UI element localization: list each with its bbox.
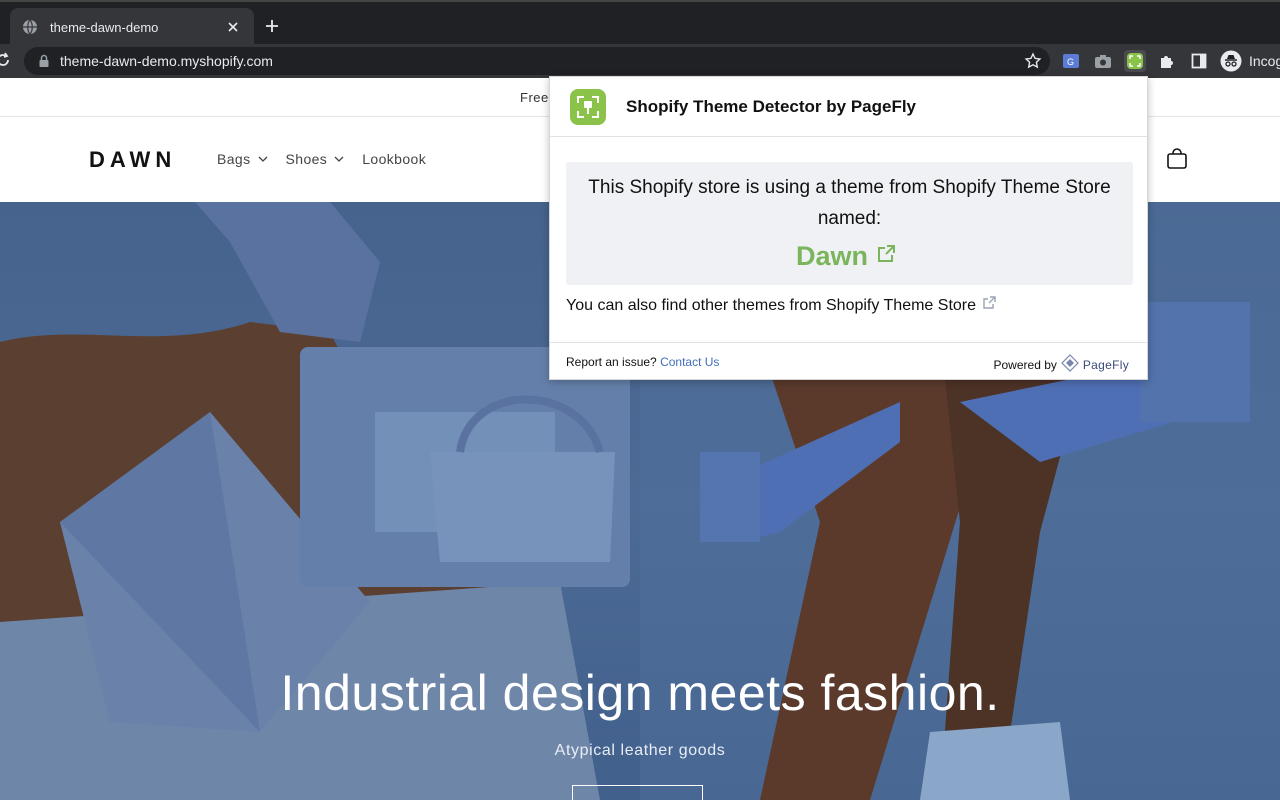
popup-footer: Report an issue? Contact Us Powered by P… bbox=[550, 342, 1147, 380]
reload-icon[interactable] bbox=[0, 51, 12, 69]
detection-message: This Shopify store is using a theme from… bbox=[588, 177, 1111, 229]
powered-by: Powered by PageFly bbox=[994, 354, 1130, 375]
tab-title: theme-dawn-demo bbox=[50, 19, 159, 35]
incognito-icon[interactable] bbox=[1220, 50, 1242, 72]
theme-name[interactable]: Dawn bbox=[796, 241, 868, 272]
url-text[interactable]: theme-dawn-demo.myshopify.com bbox=[60, 53, 273, 69]
external-link-icon[interactable] bbox=[982, 296, 996, 315]
hero-shop-button[interactable] bbox=[572, 785, 703, 800]
contact-us-link[interactable]: Contact Us bbox=[660, 355, 719, 369]
hero-subtitle: Atypical leather goods bbox=[554, 742, 726, 759]
pagefly-brand[interactable]: PageFly bbox=[1083, 358, 1129, 372]
theme-name-link[interactable]: Dawn bbox=[796, 241, 896, 272]
theme-detector-extension-icon[interactable] bbox=[1124, 50, 1146, 72]
translate-extension-icon[interactable]: G bbox=[1060, 50, 1082, 72]
globe-icon bbox=[22, 19, 38, 35]
close-icon[interactable] bbox=[224, 18, 242, 36]
powered-by-text: Powered by bbox=[993, 357, 1057, 372]
chevron-down-icon bbox=[258, 156, 268, 162]
popup-title: Shopify Theme Detector by PageFly bbox=[626, 97, 917, 116]
external-link-icon[interactable] bbox=[876, 244, 896, 269]
side-panel-icon[interactable] bbox=[1188, 50, 1210, 72]
nav-item-label: Shoes bbox=[285, 151, 328, 167]
svg-text:G: G bbox=[1067, 57, 1074, 67]
report-text: Report an issue? bbox=[566, 355, 657, 369]
hero-title: Industrial design meets fashion. bbox=[280, 665, 1000, 721]
theme-detector-popup: Shopify Theme Detector by PageFly This S… bbox=[549, 76, 1148, 380]
chevron-down-icon bbox=[334, 156, 344, 162]
browser-tab-bar: theme-dawn-demo bbox=[0, 0, 1280, 46]
browser-tab[interactable]: theme-dawn-demo bbox=[10, 8, 254, 46]
nav-item-shoes[interactable]: Shoes bbox=[286, 151, 345, 167]
browser-toolbar: theme-dawn-demo.myshopify.com G Incog bbox=[0, 44, 1280, 78]
popup-header: Shopify Theme Detector by PageFly bbox=[550, 77, 1147, 137]
theme-detector-logo-icon bbox=[570, 89, 606, 125]
other-themes-link[interactable]: You can also find other themes from Shop… bbox=[566, 296, 996, 315]
detection-result-box: This Shopify store is using a theme from… bbox=[566, 162, 1133, 285]
camera-extension-icon[interactable] bbox=[1092, 50, 1114, 72]
nav-item-lookbook[interactable]: Lookbook bbox=[362, 151, 426, 167]
announcement-text: Free bbox=[520, 90, 549, 105]
nav-item-bags[interactable]: Bags bbox=[217, 151, 268, 167]
nav-item-label: Lookbook bbox=[362, 151, 427, 167]
plus-icon[interactable] bbox=[262, 16, 282, 36]
puzzle-icon[interactable] bbox=[1156, 50, 1178, 72]
pagefly-logo-icon[interactable] bbox=[1061, 354, 1079, 375]
main-nav: Bags Shoes Lookbook bbox=[217, 151, 426, 167]
star-icon[interactable] bbox=[1024, 52, 1042, 70]
address-bar[interactable]: theme-dawn-demo.myshopify.com bbox=[24, 47, 1050, 75]
store-logo[interactable]: DAWN bbox=[89, 147, 176, 173]
profile-label[interactable]: Incog bbox=[1249, 53, 1280, 69]
report-issue: Report an issue? Contact Us bbox=[566, 355, 719, 369]
nav-item-label: Bags bbox=[217, 151, 251, 167]
cart-icon[interactable] bbox=[1166, 148, 1188, 170]
other-themes-text[interactable]: You can also find other themes from Shop… bbox=[566, 297, 976, 315]
lock-icon[interactable] bbox=[38, 54, 50, 68]
